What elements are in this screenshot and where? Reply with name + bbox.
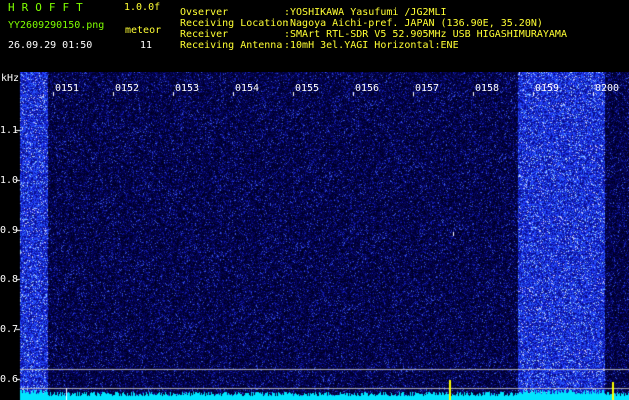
time-tick-label: 0156 <box>355 83 380 94</box>
freq-tick-label: 1.1 <box>0 125 19 136</box>
datetime-label: 26.09.29 01:50 <box>8 40 93 51</box>
meteor-count: 11 <box>140 40 153 51</box>
antenna-label: Receiving Antenna <box>180 40 283 51</box>
freq-tick-label: 0.6 <box>0 374 19 385</box>
time-tick-label: 0151 <box>55 83 80 94</box>
location-value: :Nagoya Aichi-pref. JAPAN (136.90E, 35.2… <box>284 18 543 29</box>
location-label: Receiving Location <box>180 18 289 29</box>
freq-tick-label: 1.0 <box>0 175 19 186</box>
antenna-value: :10mH 3el.YAGI Horizontal:ENE <box>284 40 459 51</box>
receiver-label: Receiver <box>180 29 229 40</box>
time-tick-label: 0154 <box>235 83 260 94</box>
freq-tick-label: 0.9 <box>0 225 19 236</box>
time-tick-label: 0158 <box>475 83 500 94</box>
time-tick-label: 0200 <box>595 83 620 94</box>
time-tick-label: 0155 <box>295 83 320 94</box>
time-tick-label: 0152 <box>115 83 140 94</box>
observer-value: :YOSHIKAWA Yasufumi /JG2MLI <box>284 7 447 18</box>
time-tick-label: 0159 <box>535 83 560 94</box>
frequency-unit-label: kHz <box>1 73 20 84</box>
receiver-value: :SMArt RTL-SDR V5 52.905MHz USB HIGASHIM… <box>284 29 567 40</box>
freq-tick-label: 0.7 <box>0 324 19 335</box>
observer-label: Ovserver <box>180 7 229 18</box>
time-tick-label: 0153 <box>175 83 200 94</box>
filename-label: YY2609290150.png <box>8 20 105 31</box>
freq-tick-label: 0.8 <box>0 274 19 285</box>
mode-label: meteor <box>125 25 162 36</box>
app-logo: HROFFT <box>8 1 90 14</box>
header-panel: HROFFT 1.0.0f YY2609290150.png meteor 26… <box>0 0 629 72</box>
spectrogram-canvas <box>0 72 629 400</box>
time-tick-label: 0157 <box>415 83 440 94</box>
version-label: 1.0.0f <box>124 2 161 13</box>
